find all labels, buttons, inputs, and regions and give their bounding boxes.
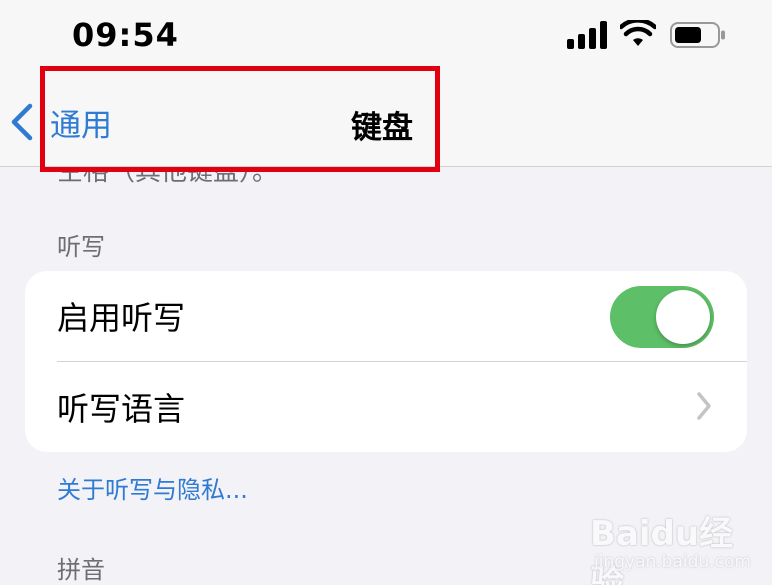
battery-icon [670,22,725,48]
back-button[interactable]: 通用 [8,100,112,144]
enable-dictation-label: 启用听写 [57,299,186,337]
dictation-settings-group: 启用听写 听写语言 [25,271,747,452]
cellular-signal-icon [567,21,609,49]
dictation-language-row[interactable]: 听写语言 [25,362,747,452]
dictation-language-label: 听写语言 [57,390,186,428]
status-time: 09:54 [72,16,179,54]
toggle-knob [656,290,710,344]
navigation-bar: 通用 键盘 [0,70,772,167]
watermark-url: jingyan.baidu.com [594,552,751,572]
baidu-watermark: Baidu经验 jingyan.baidu.com [590,500,751,585]
wifi-icon [620,20,656,46]
page-title: 键盘 [351,110,413,146]
back-button-label: 通用 [50,107,112,144]
settings-screen: 09:54 空格（其他键盘）。 通用 键盘 听写 启用听写 听写语言 关于听写与… [0,0,772,585]
dictation-privacy-link[interactable]: 关于听写与隐私... [57,470,248,505]
section-header-pinyin: 拼音 [57,556,105,584]
status-bar: 09:54 [0,0,772,70]
enable-dictation-row: 启用听写 [25,271,747,361]
section-header-dictation: 听写 [57,233,105,261]
enable-dictation-toggle[interactable] [610,286,714,348]
watermark-logo-text: Baidu经验 [590,514,734,585]
chevron-right-icon [697,392,711,420]
chevron-left-icon [11,103,33,141]
